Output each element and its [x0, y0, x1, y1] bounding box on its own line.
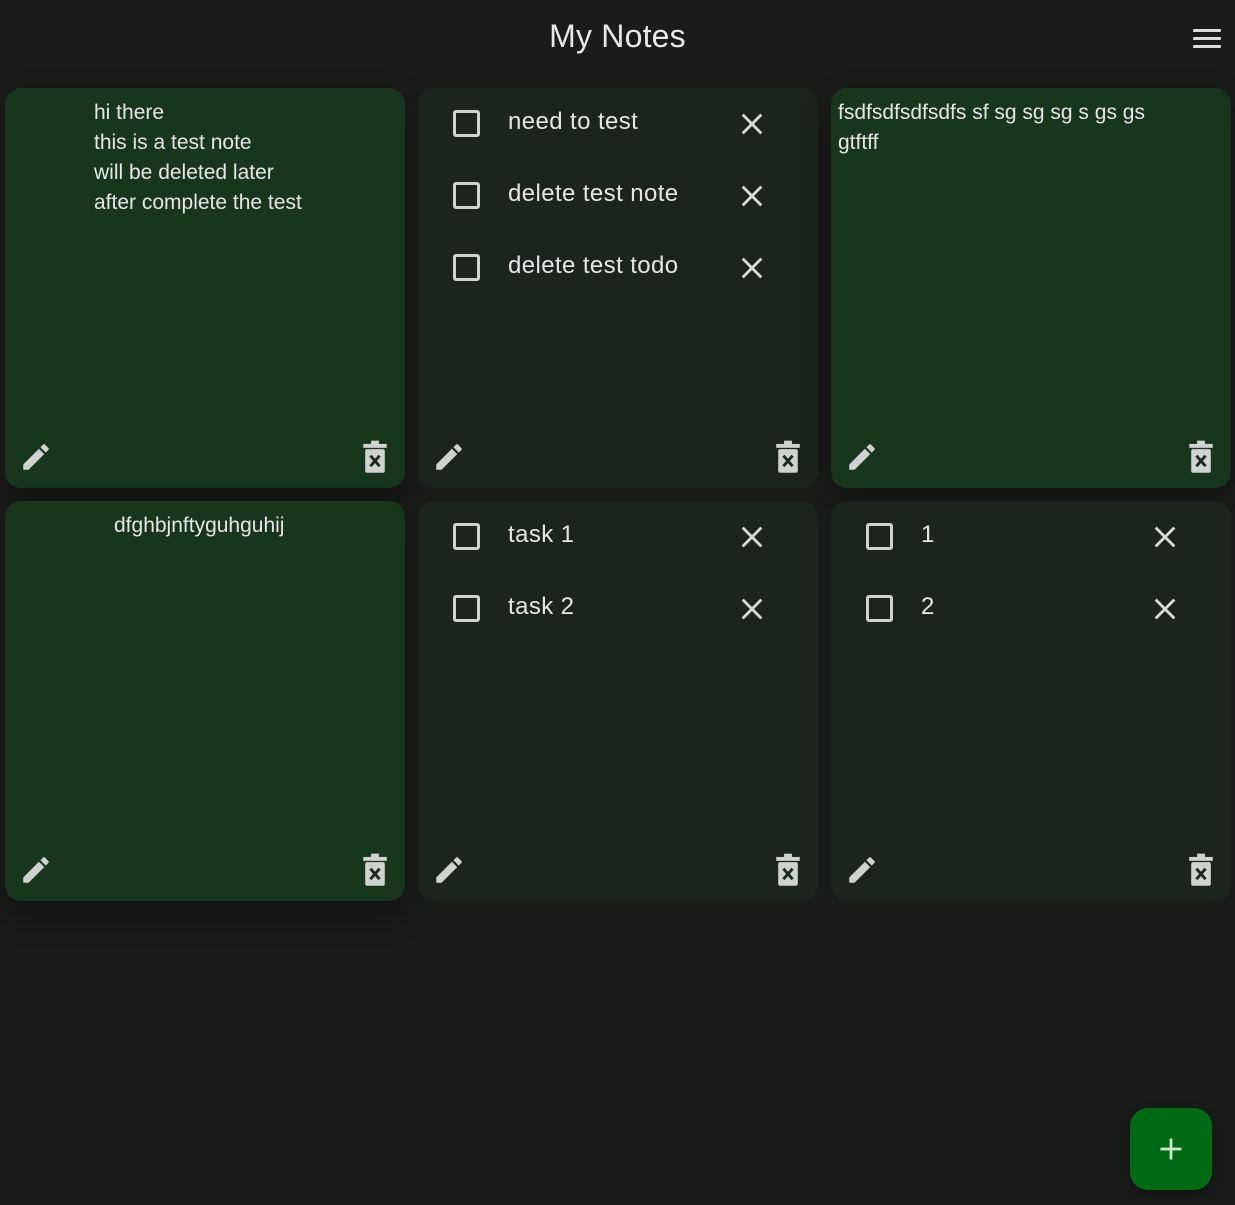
pencil-icon	[23, 444, 49, 470]
pencil-icon	[849, 857, 875, 883]
todo-checkbox[interactable]	[453, 182, 480, 209]
todo-item-label: need to test	[508, 108, 639, 135]
note-text: hi there this is a test note will be del…	[94, 101, 302, 214]
remove-item-button[interactable]	[1151, 595, 1179, 623]
todo-item-label: task 2	[508, 593, 575, 620]
trash-x-icon	[776, 853, 800, 886]
app-bar: My Notes	[0, 0, 1235, 78]
remove-item-button[interactable]	[1151, 523, 1179, 551]
trash-x-icon	[1189, 440, 1213, 473]
menu-button[interactable]	[1190, 25, 1224, 53]
edit-button[interactable]	[19, 853, 53, 887]
close-icon	[741, 598, 763, 620]
close-icon	[741, 185, 763, 207]
todo-item-label: delete test todo	[508, 252, 679, 279]
todo-item-label: 1	[921, 521, 935, 548]
edit-button[interactable]	[432, 853, 466, 887]
menu-icon-bar	[1193, 45, 1221, 48]
todo-item: task 1	[418, 501, 818, 573]
todo-item-label: 2	[921, 593, 935, 620]
todo-item: task 2	[418, 573, 818, 645]
trash-x-icon	[363, 440, 387, 473]
todo-item-label: task 1	[508, 521, 575, 548]
note-card[interactable]: fsdfsdfsdfsdfs sf sg sg sg s gs gs gtftf…	[831, 88, 1231, 488]
close-icon	[741, 526, 763, 548]
remove-item-button[interactable]	[738, 110, 766, 138]
todo-card[interactable]: task 1 task 2	[418, 501, 818, 901]
close-icon	[1154, 526, 1176, 548]
close-icon	[741, 257, 763, 279]
todo-item: 2	[831, 573, 1231, 645]
todo-checkbox[interactable]	[453, 110, 480, 137]
todo-checkbox[interactable]	[453, 595, 480, 622]
plus-icon	[1160, 1138, 1182, 1160]
delete-button[interactable]	[1187, 853, 1215, 887]
edit-button[interactable]	[432, 440, 466, 474]
edit-button[interactable]	[19, 440, 53, 474]
delete-button[interactable]	[1187, 440, 1215, 474]
pencil-icon	[23, 857, 49, 883]
menu-icon-bar	[1193, 37, 1221, 40]
delete-button[interactable]	[361, 440, 389, 474]
note-text: fsdfsdfsdfsdfs sf sg sg sg s gs gs gtftf…	[838, 101, 1145, 154]
edit-button[interactable]	[845, 853, 879, 887]
todo-card[interactable]: 12	[831, 501, 1231, 901]
trash-x-icon	[1189, 853, 1213, 886]
todo-item: 1	[831, 501, 1231, 573]
menu-icon	[1193, 29, 1221, 32]
close-icon	[741, 113, 763, 135]
remove-item-button[interactable]	[738, 182, 766, 210]
add-note-button[interactable]	[1130, 1108, 1212, 1190]
close-icon	[1154, 598, 1176, 620]
delete-button[interactable]	[774, 853, 802, 887]
trash-x-icon	[363, 853, 387, 886]
note-card[interactable]: hi there this is a test note will be del…	[5, 88, 405, 488]
remove-item-button[interactable]	[738, 254, 766, 282]
todo-checkbox[interactable]	[453, 523, 480, 550]
trash-x-icon	[776, 440, 800, 473]
edit-button[interactable]	[845, 440, 879, 474]
remove-item-button[interactable]	[738, 595, 766, 623]
todo-card[interactable]: need to test delete test note delete test …	[418, 88, 818, 488]
pencil-icon	[849, 444, 875, 470]
delete-button[interactable]	[774, 440, 802, 474]
todo-item: delete test note	[418, 160, 818, 232]
pencil-icon	[436, 444, 462, 470]
todo-item-label: delete test note	[508, 180, 679, 207]
todo-item: delete test todo	[418, 232, 818, 304]
delete-button[interactable]	[361, 853, 389, 887]
note-text: dfghbjnftyguhguhij	[114, 514, 285, 537]
todo-checkbox[interactable]	[453, 254, 480, 281]
pencil-icon	[436, 857, 462, 883]
remove-item-button[interactable]	[738, 523, 766, 551]
todo-checkbox[interactable]	[866, 595, 893, 622]
note-card[interactable]: dfghbjnftyguhguhij	[5, 501, 405, 901]
app-title: My Notes	[549, 18, 686, 54]
todo-item: need to test	[418, 88, 818, 160]
todo-checkbox[interactable]	[866, 523, 893, 550]
